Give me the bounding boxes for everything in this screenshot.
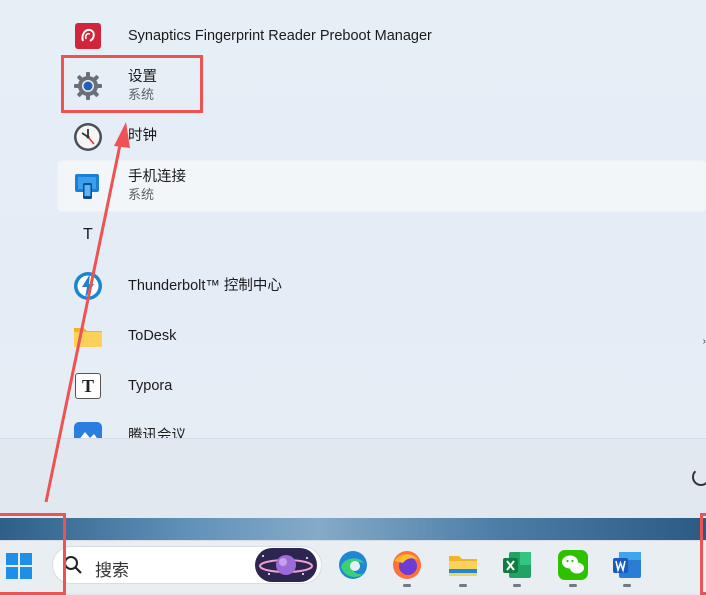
- word-icon[interactable]: [610, 548, 644, 582]
- thunderbolt-icon: [72, 270, 104, 302]
- running-indicator: [403, 584, 411, 587]
- search-highlight-planet-icon[interactable]: [255, 548, 317, 587]
- app-item-todesk[interactable]: ToDesk: [58, 312, 706, 360]
- phone-link-icon: [72, 170, 104, 202]
- app-name: Thunderbolt™ 控制中心: [128, 278, 282, 294]
- edge-icon[interactable]: [336, 548, 370, 582]
- app-item-typora[interactable]: T Typora: [58, 362, 706, 410]
- app-name: ToDesk: [128, 328, 177, 344]
- search-placeholder: 搜索: [95, 561, 129, 580]
- app-name: 时钟: [128, 128, 157, 144]
- typora-letter: T: [75, 373, 101, 399]
- power-icon[interactable]: [692, 468, 706, 486]
- annotation-highlight-start: [0, 513, 66, 595]
- desktop-wallpaper: [0, 518, 706, 540]
- clock-icon: [72, 120, 104, 152]
- annotation-highlight-edge: [700, 513, 706, 595]
- app-category: 系统: [128, 187, 155, 202]
- typora-icon: T: [72, 370, 104, 402]
- running-indicator: [623, 584, 631, 587]
- taskbar-search-box[interactable]: 搜索: [52, 546, 322, 584]
- running-indicator: [569, 584, 577, 587]
- synaptics-icon: [72, 20, 104, 52]
- app-name: Synaptics Fingerprint Reader Preboot Man…: [128, 28, 432, 44]
- app-item-clock[interactable]: 时钟: [58, 112, 706, 160]
- running-indicator: [459, 584, 467, 587]
- app-item-thunderbolt[interactable]: Thunderbolt™ 控制中心: [58, 262, 706, 310]
- app-item-synaptics[interactable]: Synaptics Fingerprint Reader Preboot Man…: [58, 12, 706, 60]
- wechat-icon[interactable]: [556, 548, 590, 582]
- app-name: 手机连接: [128, 169, 186, 185]
- app-name: 腾讯会议: [128, 428, 186, 438]
- app-item-tencent-meeting[interactable]: 腾讯会议: [58, 412, 706, 438]
- app-name: Typora: [128, 378, 173, 394]
- folder-icon: [72, 320, 104, 352]
- excel-icon[interactable]: [500, 548, 534, 582]
- annotation-highlight-settings: [61, 55, 203, 113]
- firefox-icon[interactable]: [390, 548, 424, 582]
- app-item-phone-link[interactable]: 手机连接 系统: [58, 161, 706, 211]
- search-icon: [63, 555, 83, 580]
- letter-header-t[interactable]: T: [83, 226, 93, 244]
- file-explorer-icon[interactable]: [446, 548, 480, 582]
- running-indicator: [513, 584, 521, 587]
- start-menu-footer: [0, 438, 706, 519]
- tencent-meeting-icon: [72, 420, 104, 438]
- scroll-edge-marker: ›: [702, 336, 706, 347]
